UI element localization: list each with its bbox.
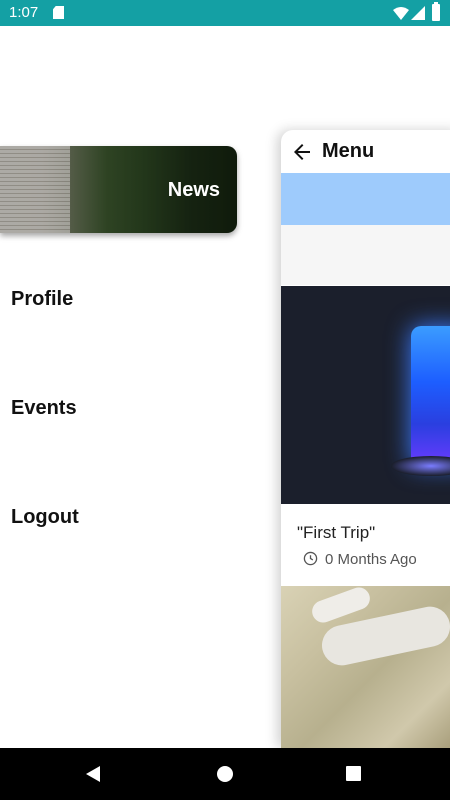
nav-home-icon[interactable] [217,766,233,782]
clock-icon [303,551,318,566]
navigation-drawer: News Profile Events Logout [0,26,280,748]
status-bar: 1:07 [0,0,450,26]
main-content-panel: Menu "First Trip" 0 Months Ago [281,130,450,748]
nav-back-icon[interactable] [86,766,100,782]
sd-card-icon [53,6,64,19]
nav-recents-icon[interactable] [346,766,361,781]
news-label: News [167,179,220,201]
panel-toolbar: Menu [281,130,450,174]
panel-title: Menu [322,140,375,162]
post-image[interactable] [281,286,450,504]
news-card[interactable]: News [0,146,237,233]
wifi-icon [393,7,409,20]
battery-icon [432,2,440,21]
signal-icon [411,6,425,20]
drawer-item-events[interactable]: Events [11,397,77,420]
post-title[interactable]: "First Trip" [297,523,375,543]
post-time-ago: 0 Months Ago [325,551,417,568]
banner [281,173,450,225]
arrow-back-icon[interactable] [290,140,314,164]
status-time: 1:07 [9,4,39,21]
post-image[interactable] [281,584,450,748]
drawer-item-profile[interactable]: Profile [11,288,73,311]
spacer-area [281,225,450,285]
drawer-item-logout[interactable]: Logout [11,506,79,529]
system-nav-bar [0,748,450,800]
